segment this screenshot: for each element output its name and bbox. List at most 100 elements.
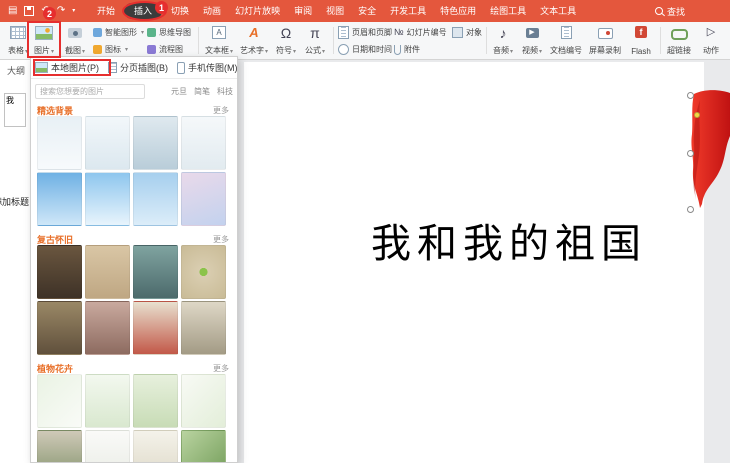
selection-handle[interactable] [687, 206, 694, 213]
image-thumbnail[interactable] [85, 430, 130, 463]
slide-thumbnail[interactable]: 我 [4, 93, 26, 127]
formula-button[interactable]: π 公式▾ [302, 24, 328, 56]
paperclip-icon [394, 45, 401, 55]
search-tags: 元旦 简笔 科技 [171, 86, 233, 97]
action-button[interactable]: ▷ 动作 [697, 24, 725, 56]
image-thumbnail[interactable] [181, 374, 226, 428]
flash-icon: f [635, 26, 647, 38]
textbox-button[interactable]: A 文本框▾ [203, 24, 235, 56]
find-button[interactable]: 查找 [655, 0, 685, 22]
smart-graphic-button[interactable]: 智能图形 ▾ [93, 26, 144, 39]
wps-presentation-window: ▤ ↶ ↷ ▾ 开始 插入 切换 动画 幻灯片放映 审阅 视图 安全 开发工具 … [0, 0, 730, 463]
tag-new-year[interactable]: 元旦 [171, 86, 187, 97]
screen-record-button[interactable]: 屏幕录制 [587, 24, 623, 56]
image-thumbnail[interactable] [37, 301, 82, 355]
menu-icon[interactable]: ▤ [8, 0, 17, 22]
adjust-handle[interactable] [694, 112, 700, 118]
wordart-button[interactable]: A 艺术字▾ [238, 24, 270, 56]
image-thumbnail[interactable] [37, 374, 82, 428]
image-thumbnail[interactable] [133, 116, 178, 170]
image-thumbnail[interactable] [181, 301, 226, 355]
image-thumbnail[interactable] [181, 245, 226, 299]
red-flag-image[interactable] [690, 90, 730, 214]
symbol-button[interactable]: Ω 符号▾ [273, 24, 299, 56]
screen-record-icon [598, 28, 613, 39]
dropdown-arrow-icon: ▾ [82, 49, 85, 55]
dropdown-arrow-icon: ▾ [265, 49, 268, 55]
redo-icon[interactable]: ↷ [57, 0, 65, 22]
image-thumbnail[interactable] [37, 172, 82, 226]
image-thumbnail[interactable] [37, 430, 82, 463]
tab-special-features[interactable]: 特色应用 [433, 0, 483, 22]
header-footer-icon [338, 26, 349, 39]
dropdown-arrow-icon: ▾ [293, 49, 296, 55]
image-thumbnail[interactable] [181, 116, 226, 170]
annotation-step-badge-1: 1 [155, 1, 168, 14]
more-link[interactable]: 更多 [213, 234, 229, 245]
paged-illustration-menu-item[interactable]: 分页插图(B) [108, 61, 168, 74]
tab-text-tools[interactable]: 文本工具 [533, 0, 583, 22]
image-thumbnail[interactable] [181, 172, 226, 226]
outline-pane: 大纲 我 添加标题 [0, 60, 31, 463]
audio-button[interactable]: ♪ 音频▾ [490, 24, 516, 56]
phone-transfer-menu-item[interactable]: 手机传图(M) [177, 61, 238, 74]
video-button[interactable]: ▶ 视频▾ [519, 24, 545, 56]
object-button[interactable]: 对象 [452, 26, 482, 39]
image-thumbnail[interactable] [133, 374, 178, 428]
flowchart-button[interactable]: 流程图 [147, 43, 183, 56]
header-footer-button[interactable]: 页眉和页脚 [338, 26, 392, 39]
image-thumbnail[interactable] [133, 245, 178, 299]
more-link[interactable]: 更多 [213, 105, 229, 116]
image-thumbnail[interactable] [85, 245, 130, 299]
tab-home[interactable]: 开始 [90, 0, 122, 22]
image-thumbnail[interactable] [133, 430, 178, 463]
dropdown-arrow-icon: ▾ [230, 49, 233, 55]
mind-map-icon [147, 28, 156, 37]
image-thumbnail[interactable] [85, 172, 130, 226]
tab-review[interactable]: 审阅 [287, 0, 319, 22]
image-thumbnail[interactable] [181, 430, 226, 463]
screenshot-button[interactable]: 截图▾ [61, 24, 89, 56]
selection-handle[interactable] [687, 92, 694, 99]
annotation-step-badge-2: 2 [43, 7, 56, 20]
image-thumbnail[interactable] [85, 116, 130, 170]
save-icon[interactable] [24, 6, 34, 16]
image-search-input[interactable] [35, 84, 145, 99]
tab-drawing-tools[interactable]: 绘图工具 [483, 0, 533, 22]
annotation-box-local-picture [33, 59, 111, 76]
slide-title-text[interactable]: 我和我的祖国 [371, 211, 647, 269]
tab-slideshow[interactable]: 幻灯片放映 [228, 0, 287, 22]
quick-access-dropdown-icon[interactable]: ▾ [72, 0, 75, 22]
image-thumbnail[interactable] [85, 301, 130, 355]
mind-map-button[interactable]: 思维导图 [147, 26, 191, 39]
action-icon: ▷ [707, 26, 715, 39]
tab-security[interactable]: 安全 [351, 0, 383, 22]
tab-view[interactable]: 视图 [319, 0, 351, 22]
image-thumbnail[interactable] [133, 301, 178, 355]
hyperlink-icon [671, 29, 688, 40]
annotation-box-picture-button [27, 21, 61, 58]
tab-animation[interactable]: 动画 [196, 0, 228, 22]
slide-number-button[interactable]: № 幻灯片编号 [394, 26, 447, 39]
attachment-button[interactable]: 附件 [394, 43, 420, 56]
outline-tab-label[interactable]: 大纲 [0, 60, 30, 77]
datetime-button[interactable]: 日期和时间 [338, 43, 392, 56]
ribbon-separator [486, 27, 487, 54]
doc-number-icon [561, 26, 572, 39]
doc-number-button[interactable]: 文档编号 [548, 24, 584, 56]
flash-button[interactable]: f Flash [626, 24, 656, 56]
dropdown-arrow-icon: ▾ [141, 29, 144, 36]
icon-library-button[interactable]: 图标 ▾ [93, 43, 128, 56]
image-thumbnail[interactable] [133, 172, 178, 226]
find-label: 查找 [667, 5, 685, 18]
image-thumbnail[interactable] [37, 245, 82, 299]
hyperlink-button[interactable]: 超链接 [664, 24, 694, 56]
more-link[interactable]: 更多 [213, 363, 229, 374]
selection-handle[interactable] [687, 150, 694, 157]
tag-technology[interactable]: 科技 [217, 86, 233, 97]
image-thumbnail[interactable] [85, 374, 130, 428]
tab-transition[interactable]: 切换 [164, 0, 196, 22]
image-thumbnail[interactable] [37, 116, 82, 170]
tab-devtools[interactable]: 开发工具 [383, 0, 433, 22]
tag-sketch[interactable]: 简笔 [194, 86, 210, 97]
